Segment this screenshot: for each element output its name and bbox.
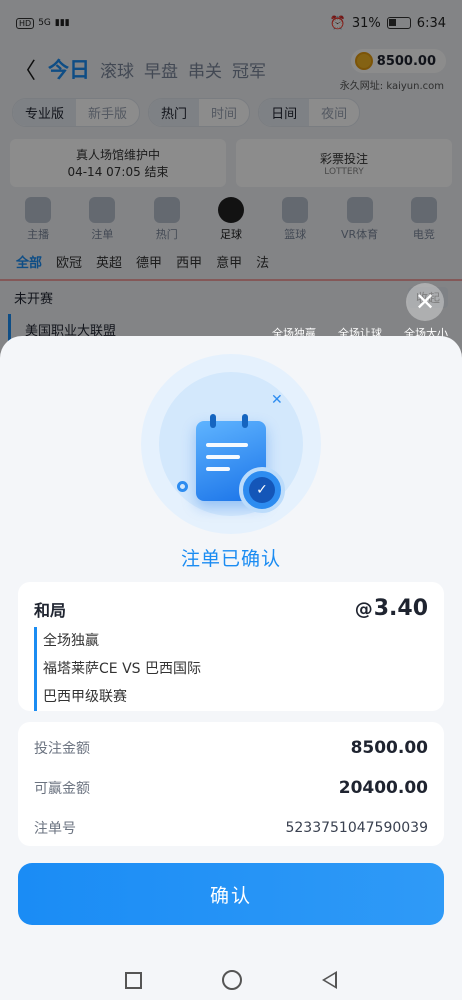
back-nav-icon[interactable] bbox=[322, 971, 337, 989]
odds-prefix: @ bbox=[354, 599, 373, 620]
system-nav-bar bbox=[0, 970, 462, 990]
sparkle-circle-icon bbox=[177, 481, 188, 492]
home-icon[interactable] bbox=[222, 970, 242, 990]
payout-label: 可赢金额 bbox=[34, 781, 90, 797]
stake-row: 投注金额 8500.00 bbox=[34, 728, 428, 768]
stake-value: 8500.00 bbox=[350, 738, 428, 758]
bet-info: 全场独赢 福塔莱萨CE VS 巴西国际 巴西甲级联赛 bbox=[34, 627, 428, 711]
recent-apps-icon[interactable] bbox=[125, 971, 142, 989]
confirmation-illustration: ✓ ✕ bbox=[141, 354, 321, 534]
bet-id-label: 注单号 bbox=[34, 821, 76, 837]
confirm-button[interactable]: 确认 bbox=[18, 863, 444, 925]
checkmark-icon: ✓ bbox=[239, 467, 285, 513]
calendar-line bbox=[206, 455, 240, 459]
bet-league: 巴西甲级联赛 bbox=[43, 689, 127, 705]
close-icon[interactable]: ✕ bbox=[406, 283, 444, 321]
bet-market: 全场独赢 bbox=[43, 633, 99, 649]
odds-value: 3.40 bbox=[373, 596, 428, 621]
calendar-ring bbox=[210, 414, 216, 428]
bet-id-value: 5233751047590039 bbox=[285, 820, 428, 836]
sparkle-x-icon: ✕ bbox=[271, 392, 283, 408]
calendar-line bbox=[206, 467, 230, 471]
bet-selection: 和局 bbox=[34, 600, 67, 620]
stake-label: 投注金额 bbox=[34, 741, 90, 757]
payout-row: 可赢金额 20400.00 bbox=[34, 768, 428, 808]
calendar-ring bbox=[242, 414, 248, 428]
checkmark: ✓ bbox=[249, 477, 275, 503]
confirmation-title: 注单已确认 bbox=[180, 548, 281, 570]
bet-detail-card: 和局 @3.40 全场独赢 福塔莱萨CE VS 巴西国际 巴西甲级联赛 bbox=[18, 582, 444, 711]
payout-value: 20400.00 bbox=[338, 778, 428, 798]
amount-card: 投注金额 8500.00 可赢金额 20400.00 注单号 523375104… bbox=[18, 722, 444, 846]
bet-match: 福塔莱萨CE VS 巴西国际 bbox=[43, 661, 201, 677]
bet-odds: @3.40 bbox=[355, 596, 428, 621]
calendar-line bbox=[206, 443, 248, 447]
bet-id-row: 注单号 5233751047590039 bbox=[34, 808, 428, 848]
bet-confirmation-sheet: ✓ ✕ 注单已确认 和局 @3.40 全场独赢 福塔莱萨CE VS 巴西国际 巴… bbox=[0, 336, 462, 1000]
